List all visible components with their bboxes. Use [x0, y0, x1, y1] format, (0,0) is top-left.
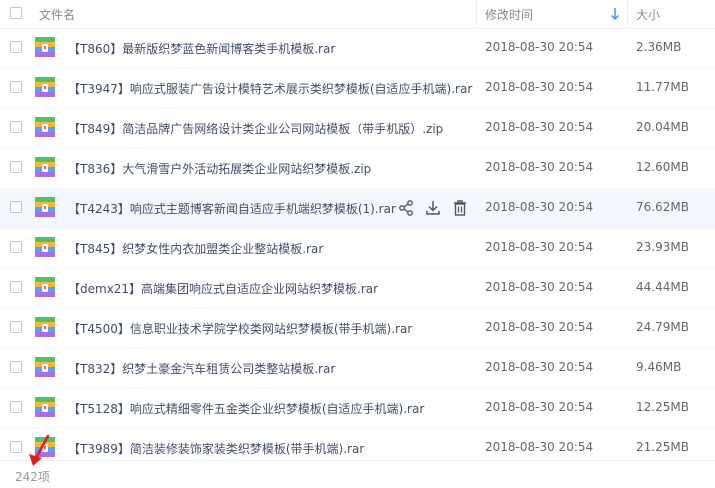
archive-file-icon: [34, 76, 56, 98]
column-divider[interactable]: [627, 0, 628, 28]
file-modified-date: 2018-08-30 20:54: [485, 40, 594, 54]
file-name[interactable]: 【T836】大气滑雪户外活动拓展类企业网站织梦模板.zip: [68, 160, 371, 177]
sort-arrow-down-icon[interactable]: [610, 7, 620, 21]
row-checkbox[interactable]: [10, 41, 22, 53]
archive-file-icon: [34, 396, 56, 418]
file-row[interactable]: 【T5128】响应式精细零件五金类企业织梦模板(自适应手机端).rar 2018-…: [0, 388, 715, 429]
item-count: 242项: [15, 470, 50, 484]
column-header-modified[interactable]: 修改时间: [485, 6, 533, 23]
archive-file-icon: [34, 36, 56, 58]
row-checkbox[interactable]: [10, 441, 22, 453]
download-icon[interactable]: [423, 198, 443, 218]
file-list-header: 文件名 修改时间 大小: [0, 0, 715, 29]
archive-file-icon: [34, 316, 56, 338]
file-size: 11.77MB: [636, 80, 689, 94]
archive-file-icon: [34, 116, 56, 138]
file-row[interactable]: 【demx21】高端集团响应式自适应企业网站织梦模板.rar 2018-08-30…: [0, 268, 715, 309]
file-size: 44.44MB: [636, 280, 689, 294]
file-modified-date: 2018-08-30 20:54: [485, 320, 594, 334]
file-size: 23.93MB: [636, 240, 689, 254]
file-modified-date: 2018-08-30 20:54: [485, 280, 594, 294]
file-modified-date: 2018-08-30 20:54: [485, 120, 594, 134]
file-row[interactable]: 【T4243】响应式主题博客新闻自适应手机端织梦模板(1).rar 2018-08…: [0, 188, 715, 229]
file-name[interactable]: 【T4500】信息职业技术学院学校类网站织梦模板(带手机端).rar: [68, 320, 412, 337]
trash-icon[interactable]: [450, 198, 470, 218]
file-modified-date: 2018-08-30 20:54: [485, 360, 594, 374]
file-modified-date: 2018-08-30 20:54: [485, 160, 594, 174]
share-icon[interactable]: [396, 198, 416, 218]
file-row[interactable]: 【T3947】响应式服装广告设计模特艺术展示类织梦模板(自适应手机端).rar 2…: [0, 68, 715, 109]
file-name[interactable]: 【T3947】响应式服装广告设计模特艺术展示类织梦模板(自适应手机端).rar: [68, 80, 472, 97]
file-size: 12.25MB: [636, 400, 689, 414]
file-name[interactable]: 【T845】织梦女性内衣加盟类企业整站模板.rar: [68, 240, 323, 257]
file-modified-date: 2018-08-30 20:54: [485, 400, 594, 414]
file-size: 20.04MB: [636, 120, 689, 134]
archive-file-icon: [34, 276, 56, 298]
file-row[interactable]: 【T860】最新版织梦蓝色新闻博客类手机模板.rar 2018-08-30 20:…: [0, 28, 715, 69]
file-size: 2.36MB: [636, 40, 682, 54]
row-checkbox[interactable]: [10, 281, 22, 293]
archive-file-icon: [34, 196, 56, 218]
file-modified-date: 2018-08-30 20:54: [485, 240, 594, 254]
file-modified-date: 2018-08-30 20:54: [485, 440, 594, 454]
file-name[interactable]: 【demx21】高端集团响应式自适应企业网站织梦模板.rar: [68, 280, 378, 297]
row-checkbox[interactable]: [10, 81, 22, 93]
annotation-arrow-icon: [29, 434, 50, 466]
file-name[interactable]: 【T849】简洁品牌广告网络设计类企业公司网站模板（带手机版）.zip: [68, 120, 443, 137]
file-size: 76.62MB: [636, 200, 689, 214]
file-name[interactable]: 【T3989】简洁装修装饰家装类织梦模板(带手机端).rar: [68, 440, 364, 457]
file-name[interactable]: 【T860】最新版织梦蓝色新闻博客类手机模板.rar: [68, 40, 335, 57]
column-divider[interactable]: [476, 0, 477, 28]
row-checkbox[interactable]: [10, 401, 22, 413]
file-row[interactable]: 【T849】简洁品牌广告网络设计类企业公司网站模板（带手机版）.zip 2018-…: [0, 108, 715, 149]
row-checkbox[interactable]: [10, 361, 22, 373]
file-size: 9.46MB: [636, 360, 682, 374]
column-header-name[interactable]: 文件名: [39, 6, 75, 23]
archive-file-icon: [34, 356, 56, 378]
file-name[interactable]: 【T832】织梦土豪金汽车租赁公司类整站模板.rar: [68, 360, 335, 377]
file-name[interactable]: 【T5128】响应式精细零件五金类企业织梦模板(自适应手机端).rar: [68, 400, 424, 417]
file-size: 21.25MB: [636, 440, 689, 454]
file-modified-date: 2018-08-30 20:54: [485, 80, 594, 94]
file-name[interactable]: 【T4243】响应式主题博客新闻自适应手机端织梦模板(1).rar: [68, 200, 396, 217]
file-row[interactable]: 【T836】大气滑雪户外活动拓展类企业网站织梦模板.zip 2018-08-30 …: [0, 148, 715, 189]
file-modified-date: 2018-08-30 20:54: [485, 200, 594, 214]
row-checkbox[interactable]: [10, 161, 22, 173]
row-checkbox[interactable]: [10, 201, 22, 213]
file-row[interactable]: 【T845】织梦女性内衣加盟类企业整站模板.rar 2018-08-30 20:5…: [0, 228, 715, 269]
row-checkbox[interactable]: [10, 321, 22, 333]
column-header-size[interactable]: 大小: [636, 6, 660, 23]
archive-file-icon: [34, 236, 56, 258]
row-checkbox[interactable]: [10, 241, 22, 253]
file-row[interactable]: 【T4500】信息职业技术学院学校类网站织梦模板(带手机端).rar 2018-0…: [0, 308, 715, 349]
select-all-checkbox[interactable]: [10, 7, 22, 19]
file-size: 12.60MB: [636, 160, 689, 174]
archive-file-icon: [34, 156, 56, 178]
file-size: 24.79MB: [636, 320, 689, 334]
status-bar: 242项: [0, 460, 715, 488]
file-row[interactable]: 【T832】织梦土豪金汽车租赁公司类整站模板.rar 2018-08-30 20:…: [0, 348, 715, 389]
row-checkbox[interactable]: [10, 121, 22, 133]
